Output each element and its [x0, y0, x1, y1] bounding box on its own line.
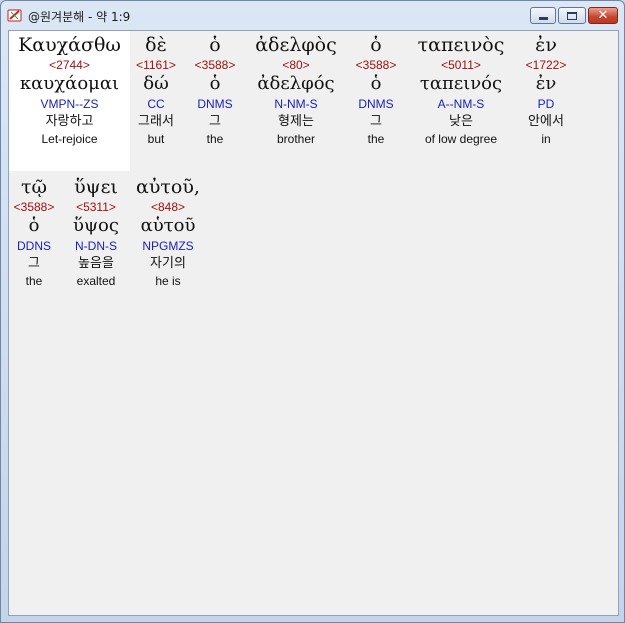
korean-gloss: 높음을	[78, 256, 114, 271]
lemma: δώ	[143, 73, 169, 94]
interlinear-panel[interactable]: Καυχάσθω <2744> καυχάομαι VMPN--ZS 자랑하고 …	[8, 30, 619, 616]
english-gloss: in	[541, 132, 551, 146]
morphology-code: PD	[537, 97, 555, 111]
strong-number[interactable]: <2744>	[9, 57, 130, 73]
morphology-code: NPGMZS	[142, 239, 194, 253]
strong-number[interactable]: <3588>	[9, 199, 59, 215]
lemma: ἀδελφός	[257, 73, 335, 94]
app-window: @원겨분해 - 약 1:9 ✕ Καυχάσθω <2744> καυχάομα…	[0, 0, 625, 623]
greek-word: Καυχάσθω	[18, 34, 121, 56]
morphology-code: N-NM-S	[274, 97, 318, 111]
lemma: ὁ	[209, 73, 221, 94]
english-gloss: he is	[155, 274, 181, 288]
greek-word: ἀδελφὸς	[255, 34, 337, 56]
english-gloss: the	[367, 132, 385, 146]
maximize-icon	[567, 11, 577, 20]
greek-word: δὲ	[145, 34, 167, 56]
strong-number[interactable]: <5311>	[65, 199, 127, 215]
morphology-code: N-DN-S	[75, 239, 117, 253]
strong-number[interactable]: <5011>	[409, 57, 513, 73]
korean-gloss: 그	[28, 256, 40, 271]
word-block[interactable]: ἐν <1722> ἐν PD 안에서 in	[519, 33, 573, 147]
word-block[interactable]: ὁ <3588> ὁ DNMS 그 the	[349, 33, 403, 147]
strong-number[interactable]: <80>	[247, 57, 345, 73]
word-block[interactable]: ὕψει <5311> ὕψος N-DN-S 높음을 exalted	[65, 175, 127, 289]
greek-word: αὐτοῦ,	[136, 176, 200, 198]
word-block[interactable]: ταπεινὸς <5011> ταπεινός A--NM-S 낮은 of l…	[409, 33, 513, 147]
close-icon: ✕	[597, 8, 609, 23]
english-gloss: the	[206, 132, 224, 146]
morphology-code: DDNS	[16, 239, 51, 253]
word-block[interactable]: ὁ <3588> ὁ DNMS 그 the	[189, 33, 241, 147]
morphology-code: VMPN--ZS	[40, 97, 99, 111]
lemma: καυχάομαι	[19, 73, 120, 94]
english-gloss: exalted	[76, 274, 116, 288]
minimize-icon	[538, 17, 548, 20]
greek-word: ἐν	[535, 34, 557, 56]
word-block[interactable]: τῷ <3588> ὁ DDNS 그 the	[9, 175, 59, 289]
title-bar[interactable]: @원겨분해 - 약 1:9 ✕	[1, 1, 624, 29]
greek-word: ὁ	[209, 34, 221, 56]
morphology-code: A--NM-S	[437, 97, 485, 111]
lemma: ὁ	[28, 215, 40, 236]
lemma: ἐν	[535, 73, 557, 94]
korean-gloss: 낮은	[449, 114, 473, 129]
korean-gloss: 안에서	[528, 114, 564, 129]
korean-gloss: 그	[370, 114, 382, 129]
english-gloss: Let-rejoice	[41, 132, 98, 146]
lemma: αὑτοῦ	[140, 215, 196, 236]
lemma: ταπεινός	[419, 73, 503, 94]
window-title: @원겨분해 - 약 1:9	[28, 10, 131, 24]
word-block[interactable]: δὲ <1161> δώ CC 그래서 but	[131, 33, 181, 147]
maximize-button[interactable]	[558, 7, 586, 24]
greek-word: ταπεινὸς	[417, 34, 505, 56]
korean-gloss: 그래서	[138, 114, 174, 129]
morphology-code: DNMS	[358, 97, 394, 111]
lemma: ὕψος	[73, 215, 119, 236]
minimize-button[interactable]	[530, 7, 556, 24]
morphology-code: DNMS	[197, 97, 233, 111]
korean-gloss: 자기의	[150, 256, 186, 271]
strong-number[interactable]: <1722>	[519, 57, 573, 73]
strong-number[interactable]: <848>	[133, 199, 203, 215]
lemma: ὁ	[370, 73, 382, 94]
greek-word: τῷ	[20, 176, 47, 198]
morphology-code: CC	[147, 97, 165, 111]
korean-gloss: 형제는	[278, 114, 314, 129]
app-icon[interactable]	[7, 7, 23, 23]
english-gloss: but	[147, 132, 165, 146]
strong-number[interactable]: <1161>	[131, 57, 181, 73]
greek-word: ὕψει	[74, 176, 118, 198]
korean-gloss: 그	[209, 114, 221, 129]
english-gloss: brother	[276, 132, 316, 146]
word-block[interactable]: αὐτοῦ, <848> αὑτοῦ NPGMZS 자기의 he is	[133, 175, 203, 289]
word-block[interactable]: Καυχάσθω <2744> καυχάομαι VMPN--ZS 자랑하고 …	[9, 33, 130, 147]
word-block[interactable]: ἀδελφὸς <80> ἀδελφός N-NM-S 형제는 brother	[247, 33, 345, 147]
english-gloss: of low degree	[424, 132, 498, 146]
close-button[interactable]: ✕	[588, 7, 618, 24]
korean-gloss: 자랑하고	[45, 114, 94, 129]
strong-number[interactable]: <3588>	[189, 57, 241, 73]
greek-word: ὁ	[370, 34, 382, 56]
english-gloss: the	[25, 274, 43, 288]
strong-number[interactable]: <3588>	[349, 57, 403, 73]
